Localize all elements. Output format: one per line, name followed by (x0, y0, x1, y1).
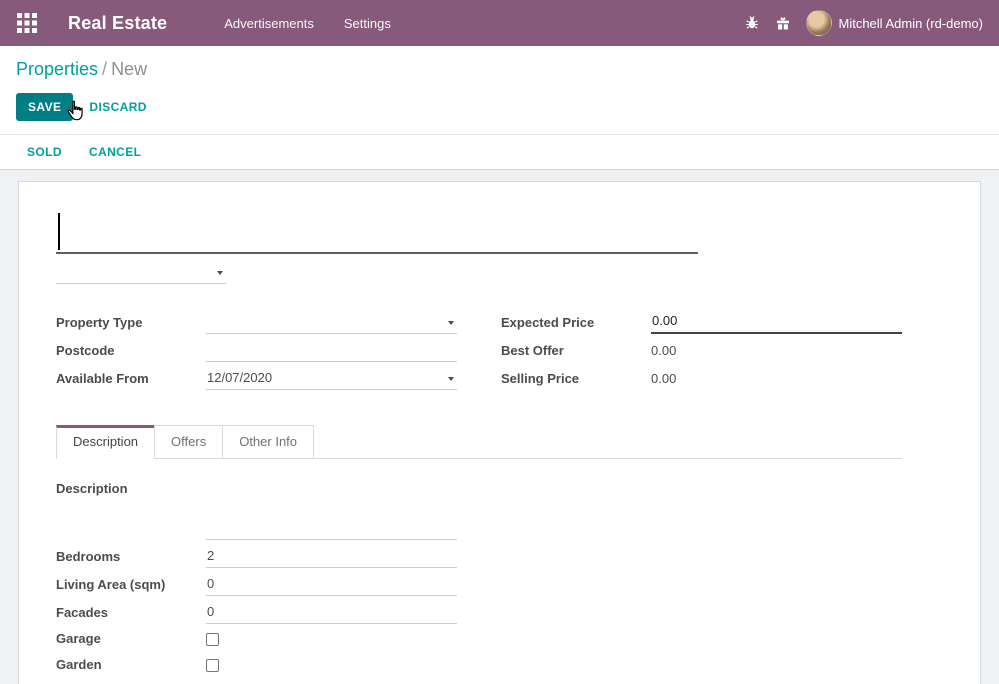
property-tags-input[interactable] (56, 261, 226, 284)
bug-icon[interactable] (744, 15, 761, 32)
sold-button[interactable]: SOLD (27, 145, 62, 159)
apps-menu-icon[interactable] (16, 12, 38, 34)
chevron-down-icon[interactable] (448, 377, 454, 381)
field-row-facades: Facades (56, 597, 902, 624)
discard-button[interactable]: DISCARD (89, 100, 146, 114)
field-row-property-type: Property Type (56, 307, 501, 334)
best-offer-label: Best Offer (501, 343, 651, 362)
garage-checkbox[interactable] (206, 633, 219, 646)
gift-icon[interactable] (775, 15, 792, 32)
user-menu[interactable]: Mitchell Admin (rd-demo) (806, 10, 984, 36)
property-name-input[interactable] (56, 210, 698, 254)
selling-price-value: 0.00 (651, 371, 676, 390)
property-type-input[interactable] (206, 311, 457, 334)
app-title[interactable]: Real Estate (68, 13, 167, 34)
field-row-expected-price: Expected Price (501, 307, 902, 334)
field-row-postcode: Postcode (56, 335, 501, 362)
field-row-available-from: Available From (56, 363, 501, 390)
notebook-tabs: Description Offers Other Info (56, 425, 902, 459)
user-name: Mitchell Admin (rd-demo) (839, 16, 984, 31)
chevron-down-icon[interactable] (448, 321, 454, 325)
description-spacer (56, 536, 206, 540)
field-row-best-offer: Best Offer 0.00 (501, 335, 902, 362)
cancel-button[interactable]: CANCEL (89, 145, 141, 159)
expected-price-label: Expected Price (501, 315, 651, 334)
main-field-group: Property Type Postcode Available From (56, 307, 902, 391)
available-from-input[interactable] (206, 367, 457, 390)
menu-settings[interactable]: Settings (329, 2, 406, 45)
postcode-input[interactable] (206, 339, 457, 362)
facades-label: Facades (56, 605, 206, 624)
field-row-living-area: Living Area (sqm) (56, 569, 902, 596)
available-from-label: Available From (56, 371, 206, 390)
menu-advertisements[interactable]: Advertisements (209, 2, 329, 45)
user-avatar (806, 10, 832, 36)
description-section-label: Description (56, 481, 902, 496)
breadcrumb-current: New (111, 59, 147, 79)
property-name-block (56, 210, 698, 254)
breadcrumb-separator: / (98, 59, 111, 79)
field-row-selling-price: Selling Price 0.00 (501, 363, 902, 390)
breadcrumb: Properties/New (16, 56, 983, 83)
best-offer-value: 0.00 (651, 343, 676, 362)
postcode-label: Postcode (56, 343, 206, 362)
bedrooms-input[interactable] (206, 545, 457, 568)
tab-other-info[interactable]: Other Info (222, 425, 314, 458)
expected-price-input[interactable] (651, 311, 902, 334)
left-field-column: Property Type Postcode Available From (56, 307, 501, 391)
description-tab-page: Description Bedrooms Living Area (sqm) (56, 459, 902, 684)
property-type-label: Property Type (56, 315, 206, 334)
control-panel: Properties/New SAVE DISCARD (0, 46, 999, 134)
tab-offers[interactable]: Offers (154, 425, 222, 458)
control-panel-buttons: SAVE DISCARD (16, 93, 983, 121)
chevron-down-icon[interactable] (217, 271, 223, 275)
field-row-description (56, 513, 902, 540)
main-menu: Advertisements Settings (209, 2, 406, 45)
property-tags-block (56, 261, 226, 284)
text-caret (58, 213, 60, 250)
bedrooms-label: Bedrooms (56, 549, 206, 568)
field-row-bedrooms: Bedrooms (56, 541, 902, 568)
form-sheet: Property Type Postcode Available From (18, 181, 981, 684)
field-row-garden: Garden (56, 651, 902, 676)
right-field-column: Expected Price Best Offer 0.00 Selling P… (501, 307, 902, 391)
top-navbar: Real Estate Advertisements Settings Mitc… (0, 0, 999, 46)
description-input[interactable] (206, 517, 457, 540)
garage-label: Garage (56, 631, 206, 650)
form-statusbar: SOLD CANCEL (0, 134, 999, 170)
living-area-input[interactable] (206, 573, 457, 596)
living-area-label: Living Area (sqm) (56, 577, 206, 596)
field-row-garage: Garage (56, 625, 902, 650)
garden-label: Garden (56, 657, 206, 676)
navbar-right: Mitchell Admin (rd-demo) (744, 10, 984, 36)
breadcrumb-properties-link[interactable]: Properties (16, 59, 98, 79)
garden-checkbox[interactable] (206, 659, 219, 672)
facades-input[interactable] (206, 601, 457, 624)
selling-price-label: Selling Price (501, 371, 651, 390)
tab-description[interactable]: Description (56, 425, 154, 459)
content-area: Property Type Postcode Available From (0, 170, 999, 684)
field-row-garden-area: Garden Area (sqm) (56, 677, 902, 684)
save-button[interactable]: SAVE (16, 93, 73, 121)
